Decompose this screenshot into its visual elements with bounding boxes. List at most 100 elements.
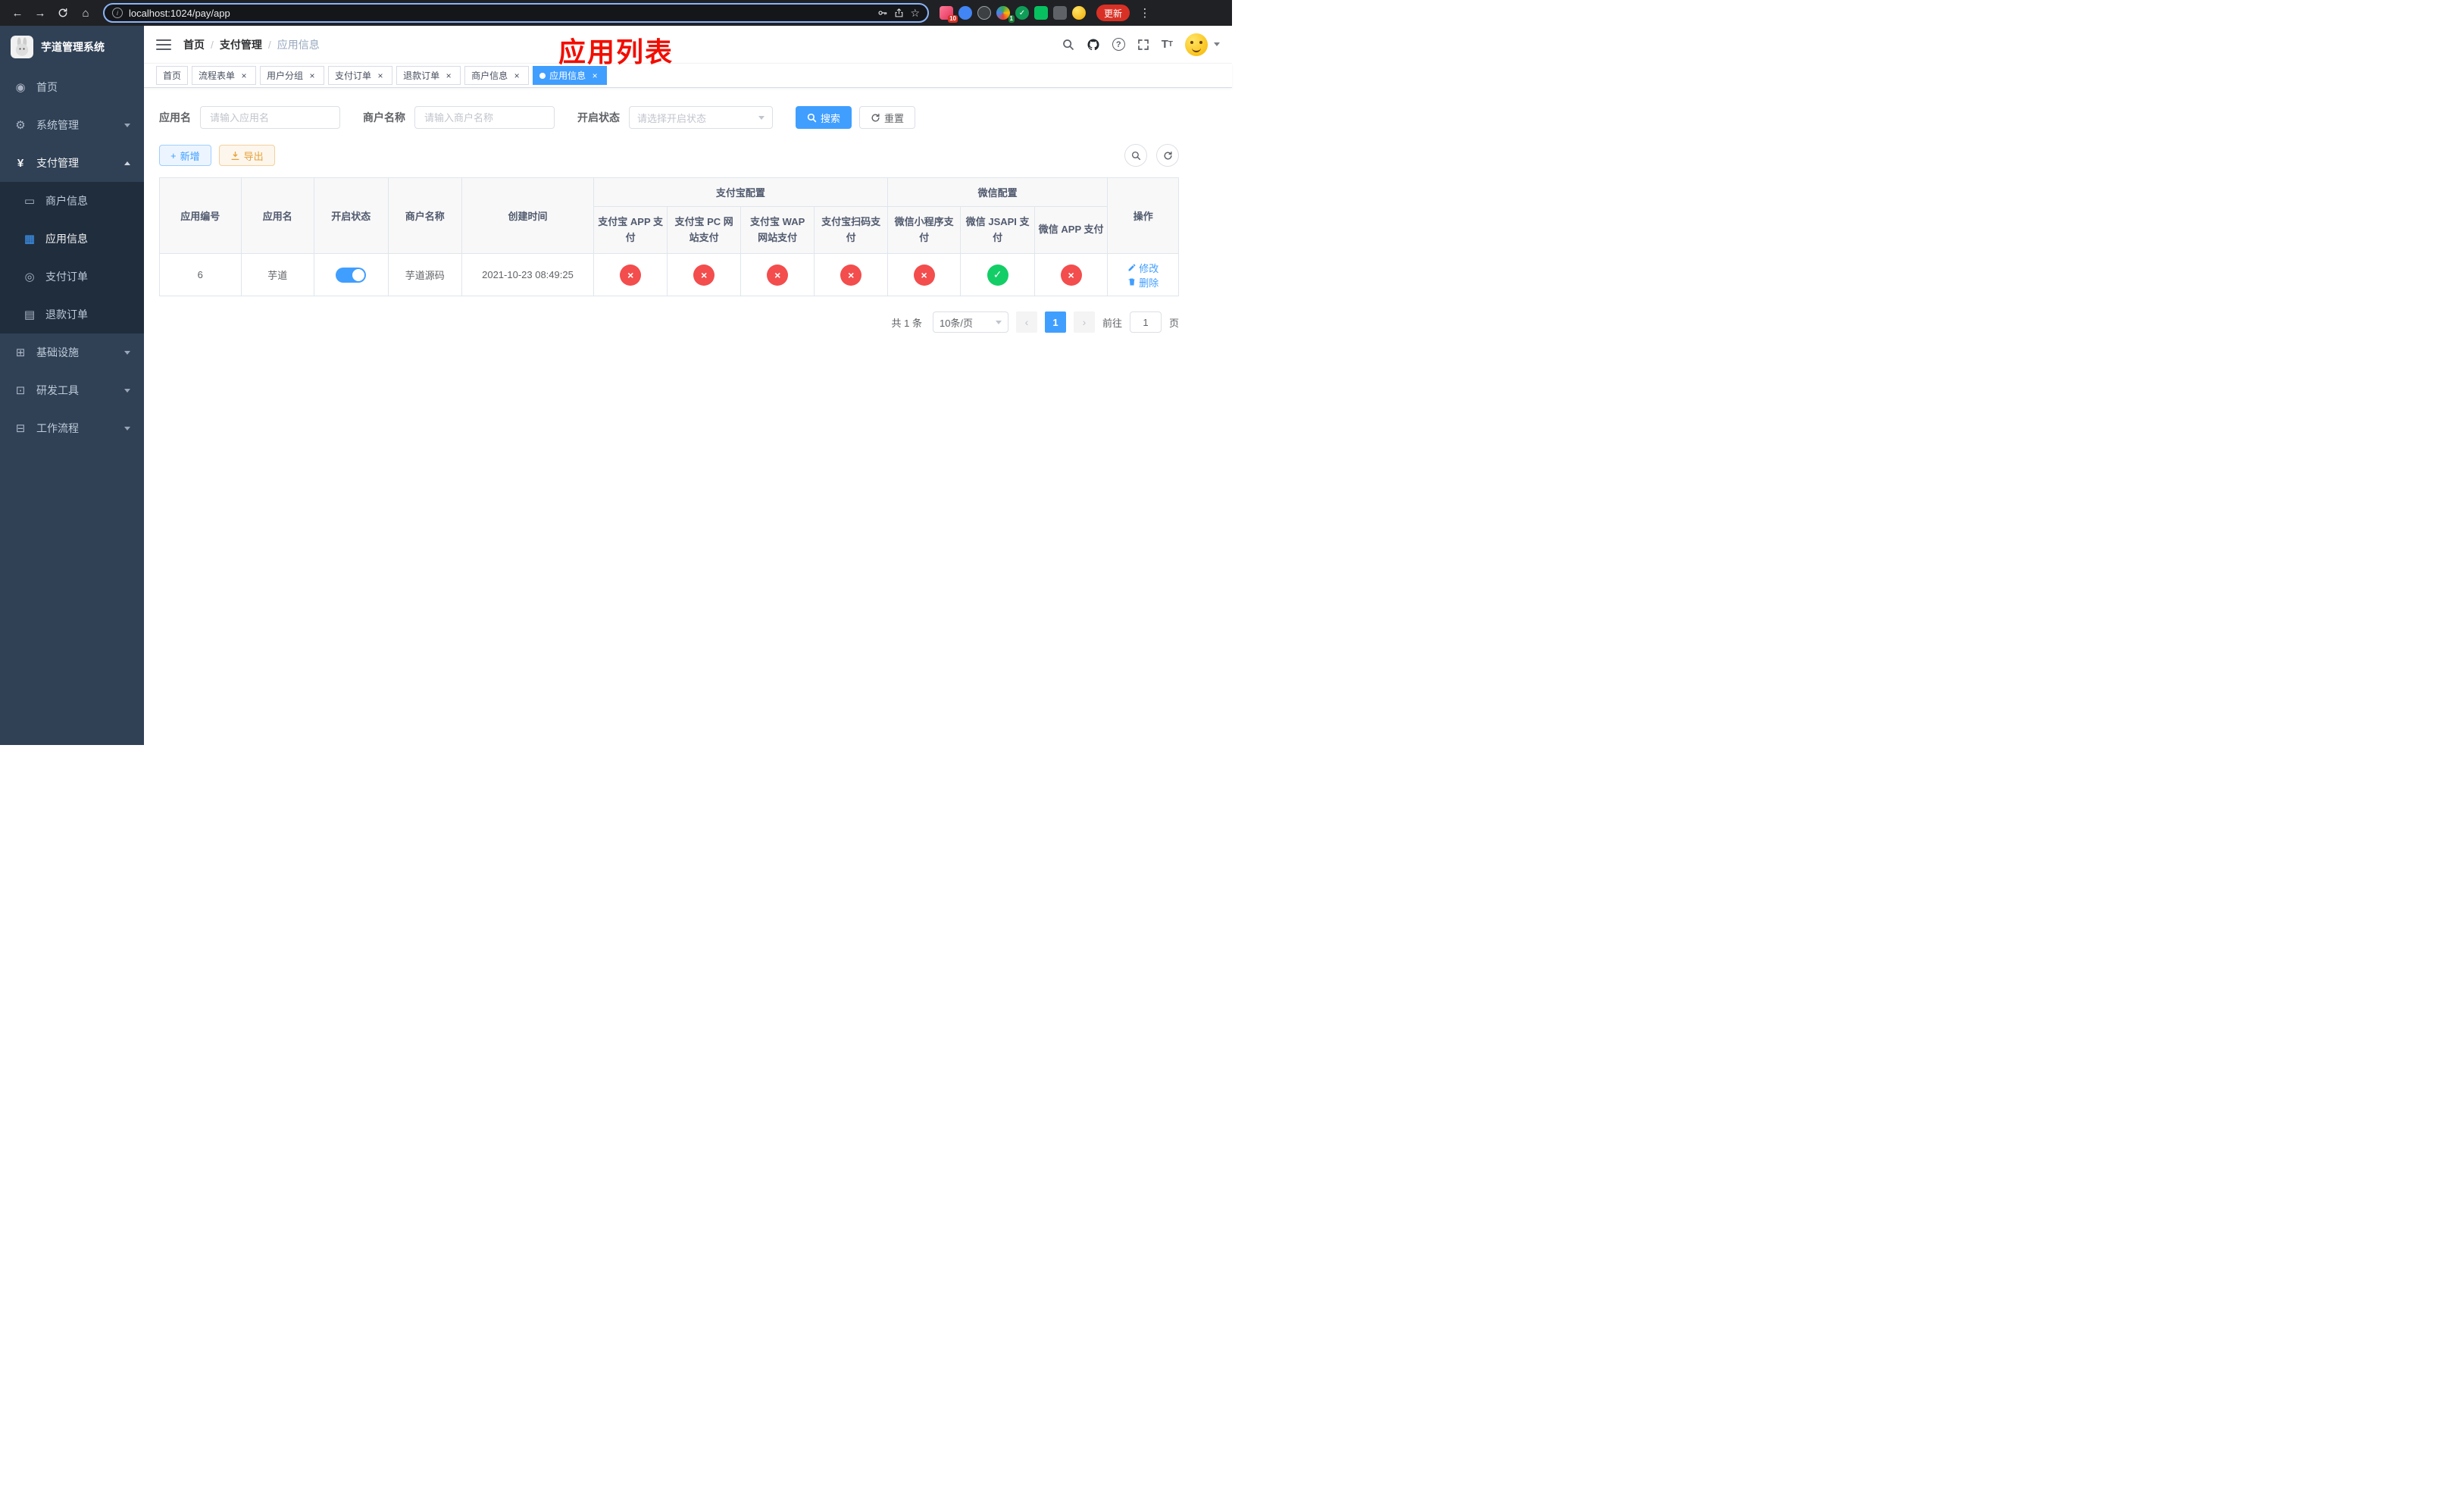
breadcrumb-section[interactable]: 支付管理 xyxy=(220,37,262,52)
tab-process-form[interactable]: 流程表单 × xyxy=(192,66,257,85)
extension-badge-1: 10 xyxy=(948,15,958,23)
add-button[interactable]: + 新增 xyxy=(159,145,211,166)
sidebar-item-app-info[interactable]: ▦ 应用信息 xyxy=(0,220,144,258)
plus-icon: + xyxy=(170,149,177,161)
user-avatar[interactable] xyxy=(1185,33,1208,56)
tab-refund-order[interactable]: 退款订单 × xyxy=(396,66,461,85)
tab-merchant-info[interactable]: 商户信息 × xyxy=(464,66,530,85)
yen-icon: ¥ xyxy=(17,156,24,170)
password-key-icon[interactable] xyxy=(877,8,888,18)
refresh-table-button[interactable] xyxy=(1156,144,1179,167)
tab-home[interactable]: 首页 xyxy=(156,66,189,85)
browser-menu-icon[interactable]: ⋮ xyxy=(1137,6,1152,20)
extension-icon-8[interactable] xyxy=(1072,6,1086,20)
bookmark-star-icon[interactable]: ☆ xyxy=(910,7,920,20)
breadcrumb-home[interactable]: 首页 xyxy=(183,37,205,52)
extension-icon-4[interactable]: 1 xyxy=(996,6,1015,23)
cell-alipay-wap: × xyxy=(740,253,815,296)
close-icon[interactable]: × xyxy=(307,70,317,81)
close-icon[interactable]: × xyxy=(443,70,454,81)
status-cross-icon: × xyxy=(913,264,935,286)
chrome-update-button[interactable]: 更新 xyxy=(1096,5,1130,21)
app-name-input[interactable] xyxy=(200,106,340,129)
sidebar-logo[interactable]: 芋道管理系统 xyxy=(0,26,144,68)
sidebar-item-devtools[interactable]: ⊡ 研发工具 xyxy=(0,371,144,409)
refresh-icon xyxy=(1164,151,1172,160)
sidebar: 芋道管理系统 ◉ 首页 ⚙ 系统管理 ¥ 支付管理 ▭ 商户信息 ▦ 应用信息 … xyxy=(0,26,144,745)
active-dot xyxy=(539,72,546,79)
hamburger-icon[interactable] xyxy=(156,39,171,50)
tab-label: 流程表单 xyxy=(199,70,236,81)
target-icon: ◎ xyxy=(24,271,35,283)
extension-icon-1[interactable]: 10 xyxy=(940,6,958,23)
close-icon[interactable]: × xyxy=(375,70,386,81)
page-size-value: 10条/页 xyxy=(939,317,974,329)
sidebar-item-merchant-info[interactable]: ▭ 商户信息 xyxy=(0,182,144,220)
close-icon[interactable]: × xyxy=(589,70,600,81)
extension-icon-5[interactable]: ✓ xyxy=(1015,6,1029,20)
prev-page-button[interactable]: ‹ xyxy=(1015,311,1037,333)
reset-button-label: 重置 xyxy=(884,112,905,124)
sidebar-item-system[interactable]: ⚙ 系统管理 xyxy=(0,106,144,144)
close-icon[interactable]: × xyxy=(239,70,249,81)
page-number-button[interactable]: 1 xyxy=(1044,311,1066,333)
extension-icon-2[interactable] xyxy=(958,6,972,20)
status-cross-icon: × xyxy=(840,264,862,286)
status-cross-icon: × xyxy=(767,264,789,286)
sidebar-item-refund-order[interactable]: ▤ 退款订单 xyxy=(0,296,144,333)
merchant-name-input[interactable] xyxy=(414,106,555,129)
forward-icon[interactable]: → xyxy=(30,3,50,23)
sidebar-item-payment[interactable]: ¥ 支付管理 xyxy=(0,144,144,182)
toggle-search-button[interactable] xyxy=(1124,144,1147,167)
tab-pay-order[interactable]: 支付订单 × xyxy=(328,66,393,85)
delete-link[interactable]: 删除 xyxy=(1127,275,1159,290)
status-label: 开启状态 xyxy=(577,111,620,124)
site-info-icon[interactable]: i xyxy=(112,8,123,18)
sidebar-item-infrastructure[interactable]: ⊞ 基础设施 xyxy=(0,333,144,371)
chevron-down-icon xyxy=(124,426,130,430)
cell-actions: 修改 删除 xyxy=(1107,253,1179,296)
reload-icon[interactable] xyxy=(53,3,73,23)
breadcrumb: 首页 / 支付管理 / 应用信息 xyxy=(183,37,320,52)
status-check-icon: ✓ xyxy=(987,264,1008,286)
app-title: 芋道管理系统 xyxy=(41,41,105,53)
tab-label: 应用信息 xyxy=(549,70,586,81)
font-size-icon[interactable]: TT xyxy=(1162,38,1173,51)
status-select[interactable]: 请选择开启状态 xyxy=(629,106,773,129)
fullscreen-icon[interactable] xyxy=(1137,39,1149,51)
col-alipay-pc: 支付宝 PC 网站支付 xyxy=(667,206,741,254)
help-icon[interactable]: ? xyxy=(1112,38,1125,51)
share-icon[interactable] xyxy=(894,8,904,18)
cell-alipay-qr: × xyxy=(814,253,888,296)
extensions-puzzle-icon[interactable] xyxy=(1053,6,1067,20)
sidebar-item-workflow[interactable]: ⊟ 工作流程 xyxy=(0,409,144,447)
extension-icon-3[interactable] xyxy=(977,6,991,20)
tab-user-group[interactable]: 用户分组 × xyxy=(260,66,325,85)
export-button[interactable]: 导出 xyxy=(218,145,275,166)
sidebar-item-pay-order[interactable]: ◎ 支付订单 xyxy=(0,258,144,296)
address-bar[interactable]: i localhost:1024/pay/app ☆ xyxy=(103,3,929,23)
search-button[interactable]: 搜索 xyxy=(796,106,852,129)
tab-label: 用户分组 xyxy=(267,70,304,81)
next-page-button[interactable]: › xyxy=(1073,311,1095,333)
logo-rabbit-icon xyxy=(11,36,33,58)
sidebar-item-label: 研发工具 xyxy=(36,384,79,396)
extension-icon-6[interactable] xyxy=(1034,6,1048,20)
goto-label: 前往 xyxy=(1102,317,1122,329)
github-icon[interactable] xyxy=(1087,38,1100,52)
close-icon[interactable]: × xyxy=(511,70,522,81)
pencil-icon xyxy=(1128,264,1136,271)
edit-link[interactable]: 修改 xyxy=(1127,261,1159,275)
search-icon[interactable] xyxy=(1062,39,1074,51)
reset-button[interactable]: 重置 xyxy=(859,106,916,129)
sidebar-item-home[interactable]: ◉ 首页 xyxy=(0,68,144,106)
sidebar-item-label: 系统管理 xyxy=(36,119,79,131)
status-toggle[interactable] xyxy=(336,267,367,283)
table-toolbar: + 新增 导出 xyxy=(159,144,1179,167)
goto-page-input[interactable] xyxy=(1129,311,1162,333)
toolbox-icon: ⊡ xyxy=(15,384,26,397)
page-size-select[interactable]: 10条/页 xyxy=(932,311,1008,333)
home-icon[interactable]: ⌂ xyxy=(76,3,95,23)
back-icon[interactable]: ← xyxy=(8,3,27,23)
avatar-caret-icon[interactable] xyxy=(1214,42,1220,46)
